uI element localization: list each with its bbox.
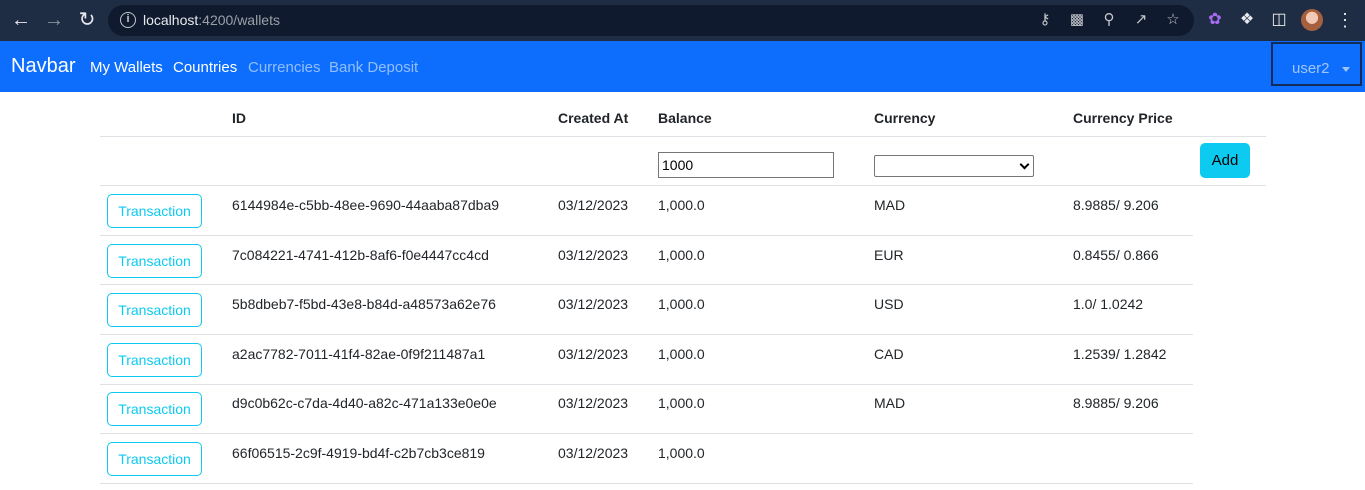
transaction-button[interactable]: Transaction: [107, 442, 202, 476]
bookmark-star-icon[interactable]: ☆: [1164, 11, 1182, 29]
profile-avatar[interactable]: [1301, 9, 1323, 31]
table-row: Transaction a2ac7782-7011-41f4-82ae-0f9f2…: [0, 335, 1365, 385]
user-dropdown[interactable]: user2: [1271, 42, 1362, 86]
transaction-button[interactable]: Transaction: [107, 293, 202, 327]
cell-created-at: 03/12/2023: [558, 296, 629, 312]
cell-currency: MAD: [874, 197, 906, 213]
forward-arrow-icon[interactable]: →: [42, 8, 66, 32]
transaction-button[interactable]: Transaction: [107, 343, 202, 377]
cell-currency: EUR: [874, 247, 904, 263]
cell-balance: 1,000.0: [658, 445, 705, 461]
reload-icon[interactable]: ↻: [75, 8, 99, 32]
table-row: Transaction 5b8dbeb7-f5bd-43e8-b84d-a4857…: [0, 285, 1365, 335]
cell-balance: 1,000.0: [658, 197, 705, 213]
cell-currency-price: 8.9885/ 9.206: [1073, 395, 1159, 411]
cell-created-at: 03/12/2023: [558, 197, 629, 213]
cell-id: a2ac7782-7011-41f4-82ae-0f9f211487a1: [232, 346, 486, 362]
table-row: Transaction 6144984e-c5bb-48ee-9690-44aab…: [0, 186, 1365, 236]
user-dropdown-label: user2: [1292, 60, 1330, 77]
currency-select[interactable]: [874, 155, 1034, 177]
cell-currency: CAD: [874, 346, 904, 362]
cell-currency: MAD: [874, 395, 906, 411]
browser-toolbar: ← → ↻ i localhost:4200/wallets ⚷ ▩ ⚲ ↗ ☆…: [0, 0, 1365, 41]
table-row: Transaction d9c0b62c-c7da-4d40-a82c-471a1…: [0, 384, 1365, 434]
cell-currency-price: 1.0/ 1.0242: [1073, 296, 1144, 312]
header-divider: [100, 136, 1266, 137]
cell-currency-price: 0.8455/ 0.866: [1073, 247, 1159, 263]
cell-id: 6144984e-c5bb-48ee-9690-44aaba87dba9: [232, 197, 500, 213]
address-url: localhost:4200/wallets: [143, 12, 280, 28]
chevron-down-icon: [1019, 159, 1030, 170]
cell-balance: 1,000.0: [658, 346, 705, 362]
menu-kebab-icon[interactable]: ⋮: [1335, 10, 1355, 30]
translate-icon[interactable]: ▩: [1068, 11, 1086, 29]
cell-balance: 1,000.0: [658, 395, 705, 411]
add-wallet-button[interactable]: Add: [1200, 143, 1250, 178]
cell-currency-price: 8.9885/ 9.206: [1073, 197, 1159, 213]
header-balance: Balance: [658, 110, 712, 126]
nav-link-my-wallets[interactable]: My Wallets: [90, 59, 163, 76]
table-row: Transaction 7c084221-4741-412b-8af6-f0e44…: [0, 236, 1365, 286]
cell-balance: 1,000.0: [658, 247, 705, 263]
address-bar[interactable]: i localhost:4200/wallets ⚷ ▩ ⚲ ↗ ☆: [108, 5, 1194, 36]
navbar-brand[interactable]: Navbar: [11, 55, 75, 78]
brain-extension-icon[interactable]: ✿: [1205, 10, 1225, 30]
transaction-button[interactable]: Transaction: [107, 392, 202, 426]
side-panel-icon[interactable]: ◫: [1269, 10, 1289, 30]
site-info-icon[interactable]: i: [120, 12, 136, 28]
key-icon[interactable]: ⚷: [1036, 11, 1054, 29]
nav-link-bank-deposit[interactable]: Bank Deposit: [329, 59, 418, 76]
cell-created-at: 03/12/2023: [558, 395, 629, 411]
cell-created-at: 03/12/2023: [558, 346, 629, 362]
table-row: Transaction 66f06515-2c9f-4919-bd4f-c2b7c…: [0, 434, 1365, 484]
zoom-icon[interactable]: ⚲: [1100, 11, 1118, 29]
cell-id: d9c0b62c-c7da-4d40-a82c-471a133e0e0e: [232, 395, 497, 411]
balance-input[interactable]: [658, 152, 834, 178]
app-navbar: Navbar My Wallets Countries Currencies B…: [0, 41, 1365, 92]
transaction-button[interactable]: Transaction: [107, 244, 202, 278]
cell-created-at: 03/12/2023: [558, 247, 629, 263]
transaction-button[interactable]: Transaction: [107, 194, 202, 228]
cell-id: 5b8dbeb7-f5bd-43e8-b84d-a48573a62e76: [232, 296, 496, 312]
cell-currency-price: 1.2539/ 1.2842: [1073, 346, 1167, 362]
puzzle-extensions-icon[interactable]: ❖: [1237, 10, 1257, 30]
caret-down-icon: [1342, 67, 1350, 72]
cell-id: 66f06515-2c9f-4919-bd4f-c2b7cb3ce819: [232, 445, 485, 461]
header-created-at: Created At: [558, 110, 629, 126]
header-id: ID: [232, 110, 246, 126]
cell-created-at: 03/12/2023: [558, 445, 629, 461]
cell-id: 7c084221-4741-412b-8af6-f0e4447cc4cd: [232, 247, 489, 263]
header-currency-price: Currency Price: [1073, 110, 1173, 126]
share-icon[interactable]: ↗: [1132, 11, 1150, 29]
nav-link-currencies[interactable]: Currencies: [248, 59, 321, 76]
nav-link-countries[interactable]: Countries: [173, 59, 237, 76]
back-arrow-icon[interactable]: ←: [9, 8, 33, 32]
cell-balance: 1,000.0: [658, 296, 705, 312]
cell-currency: USD: [874, 296, 904, 312]
row-divider: [100, 483, 1193, 484]
header-currency: Currency: [874, 110, 936, 126]
